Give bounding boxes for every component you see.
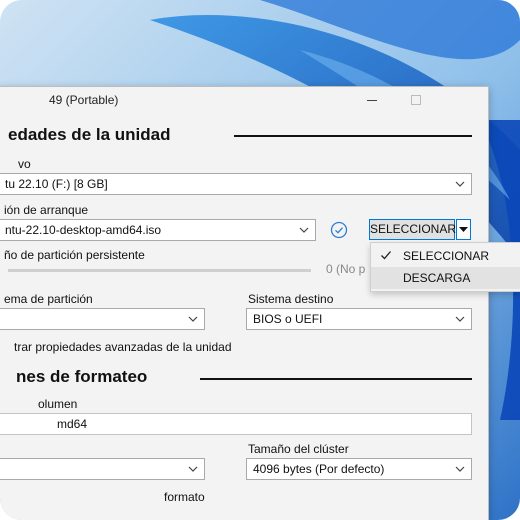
- cluster-size-label: Tamaño del clúster: [248, 442, 349, 456]
- chevron-down-icon: [188, 316, 198, 322]
- chevron-down-icon: [455, 466, 465, 472]
- persistent-size-slider[interactable]: [8, 269, 311, 272]
- format-option-label: formato: [164, 490, 205, 504]
- boot-selection-label: ión de arranque: [4, 203, 89, 217]
- device-label: vo: [18, 157, 31, 171]
- maximize-icon[interactable]: [407, 91, 425, 109]
- advanced-drive-properties-toggle[interactable]: trar propiedades avanzadas de la unidad: [14, 340, 232, 354]
- select-dropdown-menu: SELECCIONAR DESCARGA: [370, 242, 520, 292]
- cluster-size-value: 4096 bytes (Por defecto): [253, 462, 385, 476]
- window-title: 49 (Portable): [49, 93, 119, 107]
- drive-properties-heading: edades de la unidad: [8, 125, 171, 144]
- cluster-size-select[interactable]: 4096 bytes (Por defecto): [246, 458, 472, 480]
- select-dropdown-toggle[interactable]: [456, 219, 471, 240]
- volume-label-input[interactable]: md64: [0, 413, 472, 435]
- target-system-value: BIOS o UEFI: [253, 312, 323, 326]
- chevron-down-icon: [455, 181, 465, 187]
- minimize-icon[interactable]: [363, 91, 381, 109]
- caret-down-icon: [459, 227, 468, 232]
- menu-item-seleccionar[interactable]: SELECCIONAR: [371, 245, 520, 267]
- partition-scheme-label: ema de partición: [4, 292, 93, 306]
- volume-label-label: olumen: [38, 397, 78, 411]
- menu-item-descarga[interactable]: DESCARGA: [371, 267, 520, 289]
- section-divider: [234, 135, 472, 137]
- target-system-label: Sistema destino: [248, 292, 334, 306]
- section-divider: [200, 378, 472, 380]
- format-options-heading: nes de formateo: [16, 367, 148, 386]
- menu-item-label: SELECCIONAR: [403, 249, 490, 263]
- boot-selection-select[interactable]: ntu-22.10-desktop-amd64.iso: [0, 219, 316, 241]
- title-bar[interactable]: 49 (Portable): [0, 87, 488, 115]
- persistent-size-field[interactable]: 0 (No p: [326, 262, 370, 282]
- volume-label-value: md64: [57, 417, 88, 431]
- device-value: tu 22.10 (F:) [8 GB]: [5, 177, 108, 191]
- persistent-size-value: 0 (No p: [326, 262, 366, 276]
- target-system-select[interactable]: BIOS o UEFI: [246, 308, 472, 330]
- chevron-down-icon: [188, 466, 198, 472]
- check-icon: [381, 251, 391, 260]
- chevron-down-icon: [299, 227, 309, 233]
- chevron-down-icon: [455, 316, 465, 322]
- screenshot-frame: 49 (Portable) edades de la unidad vo tu …: [0, 0, 520, 520]
- device-select[interactable]: tu 22.10 (F:) [8 GB]: [0, 173, 472, 195]
- file-system-select[interactable]: [0, 458, 205, 480]
- check-circle-icon[interactable]: [330, 221, 348, 239]
- partition-scheme-select[interactable]: [0, 308, 205, 330]
- menu-item-label: DESCARGA: [403, 271, 471, 285]
- select-button[interactable]: SELECCIONAR: [369, 219, 456, 240]
- boot-selection-value: ntu-22.10-desktop-amd64.iso: [5, 223, 162, 237]
- persistent-size-label: ño de partición persistente: [4, 248, 145, 262]
